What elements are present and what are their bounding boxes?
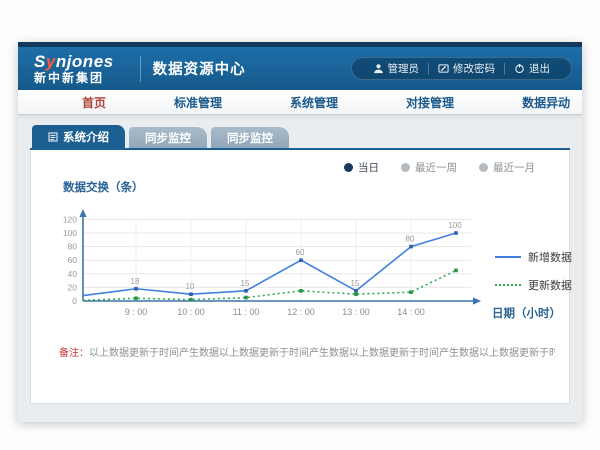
svg-text:14 : 00: 14 : 00	[397, 307, 425, 317]
legend-item-new-data[interactable]: 新增数据	[495, 249, 572, 265]
range-filter-group: 当日 最近一周 最近一月	[41, 156, 559, 177]
svg-text:120: 120	[63, 214, 77, 224]
nav-item-interface-mgmt[interactable]: 对接管理	[372, 94, 488, 111]
header-divider	[140, 56, 141, 82]
radio-last-month[interactable]: 最近一月	[479, 160, 535, 175]
brand-logo: Synjones 新中新集团	[34, 53, 114, 84]
radio-today[interactable]: 当日	[344, 160, 379, 175]
logout-button[interactable]: 退出	[505, 61, 559, 76]
svg-text:15: 15	[351, 279, 360, 288]
app-header: Synjones 新中新集团 数据资源中心 管理员 修改密码 退出	[18, 47, 582, 90]
svg-text:60: 60	[296, 248, 305, 257]
nav-item-home[interactable]: 首页	[48, 94, 140, 111]
page-title: 数据资源中心	[153, 58, 246, 79]
svg-text:12 : 00: 12 : 00	[287, 307, 315, 317]
svg-text:100: 100	[63, 228, 77, 238]
radio-label: 当日	[358, 160, 379, 175]
svg-text:60: 60	[68, 255, 78, 265]
svg-text:20: 20	[68, 282, 78, 292]
logout-label: 退出	[529, 61, 550, 76]
legend-line-sample	[495, 256, 521, 258]
svg-text:40: 40	[68, 269, 78, 279]
app-window: Synjones 新中新集团 数据资源中心 管理员 修改密码 退出	[18, 42, 582, 422]
radio-icon	[401, 163, 410, 172]
legend-label: 更新数据	[528, 277, 572, 293]
brand-company: 新中新集团	[34, 72, 114, 84]
svg-text:15: 15	[241, 279, 250, 288]
nav-item-system-mgmt[interactable]: 系统管理	[256, 94, 372, 111]
footnote-label: 备注：	[59, 348, 89, 359]
user-menu[interactable]: 管理员	[364, 61, 429, 76]
legend-item-update-data[interactable]: 更新数据	[495, 277, 572, 293]
power-icon	[514, 63, 525, 74]
tab-bar: 系统介绍 同步监控 同步监控	[30, 125, 570, 148]
svg-text:10: 10	[186, 282, 195, 291]
legend-line-sample	[495, 284, 521, 286]
svg-text:9 : 00: 9 : 00	[125, 307, 148, 317]
radio-icon	[479, 163, 488, 172]
radio-label: 最近一月	[493, 160, 535, 175]
svg-text:10 : 00: 10 : 00	[177, 307, 205, 317]
line-chart: 0 20 40 60 80 100 120 9 : 00 10 : 00 11 : 00 12 : …	[41, 197, 491, 323]
svg-text:13 : 00: 13 : 00	[342, 307, 370, 317]
svg-text:100: 100	[448, 221, 462, 230]
tab-label: 系统介绍	[63, 129, 109, 145]
footnote-text: 以上数据更新于时间产生数据以上数据更新于时间产生数据以上数据更新于时间产生数据以…	[89, 348, 555, 359]
user-toolbar: 管理员 修改密码 退出	[351, 57, 573, 80]
radio-last-week[interactable]: 最近一周	[401, 160, 457, 175]
user-icon	[373, 63, 384, 74]
radio-label: 最近一周	[415, 160, 457, 175]
tab-label: 同步监控	[145, 130, 191, 146]
content-area: 系统介绍 同步监控 同步监控 当日 最近一	[18, 115, 582, 404]
svg-text:11 : 00: 11 : 00	[233, 307, 260, 317]
x-axis-title: 日期（小时）	[492, 305, 561, 321]
svg-text:80: 80	[406, 235, 415, 244]
document-icon	[48, 132, 58, 142]
tab-sync-monitor-2[interactable]: 同步监控	[211, 127, 289, 148]
radio-icon	[344, 163, 353, 172]
svg-text:80: 80	[68, 242, 78, 252]
legend-label: 新增数据	[528, 249, 572, 265]
chart-region: 0 20 40 60 80 100 120 9 : 00 10 : 00 11 : 00 12 : …	[41, 197, 559, 323]
main-nav: 首页 标准管理 系统管理 对接管理 数据异动	[18, 90, 582, 115]
y-axis-title: 数据交换（条）	[63, 179, 559, 195]
change-password-label: 修改密码	[453, 61, 495, 76]
footnote: 备注：以上数据更新于时间产生数据以上数据更新于时间产生数据以上数据更新于时间产生…	[59, 347, 555, 361]
svg-text:18: 18	[131, 277, 140, 286]
tab-sync-monitor-1[interactable]: 同步监控	[129, 127, 207, 148]
tab-label: 同步监控	[227, 130, 273, 146]
user-name: 管理员	[388, 61, 420, 76]
nav-item-data-change[interactable]: 数据异动	[488, 94, 582, 111]
edit-icon	[438, 63, 449, 74]
page-background: Synjones 新中新集团 数据资源中心 管理员 修改密码 退出	[0, 0, 600, 450]
brand-wordmark: Synjones	[34, 53, 114, 70]
chart-panel: 当日 最近一周 最近一月 数据交换（条） 0 20 40 60 80 100 120 9 : …	[30, 150, 570, 404]
nav-item-standard-mgmt[interactable]: 标准管理	[140, 94, 256, 111]
svg-text:0: 0	[72, 296, 77, 306]
change-password-button[interactable]: 修改密码	[429, 61, 504, 76]
tab-system-intro[interactable]: 系统介绍	[32, 125, 125, 148]
